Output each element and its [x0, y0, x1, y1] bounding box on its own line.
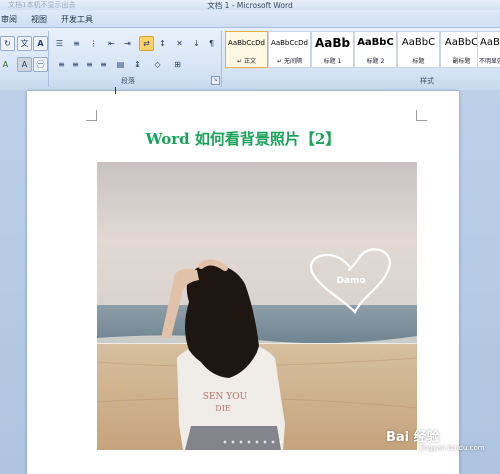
font-color-button[interactable]: A — [0, 57, 13, 72]
sort-icon[interactable]: ↕ — [155, 36, 170, 51]
align-right-icon[interactable]: ≡ — [82, 57, 97, 72]
style-name: ↵ 无间隔 — [277, 58, 302, 65]
style-name: 不明显强 — [479, 58, 500, 65]
text-cursor-icon: I — [114, 86, 117, 97]
style-sample: AaBb — [314, 36, 351, 50]
char-shading-button[interactable]: A — [17, 57, 32, 72]
style-name: 标题 2 — [366, 58, 385, 65]
justify-icon[interactable]: ≡ — [96, 57, 111, 72]
paragraph-launcher-icon[interactable]: ↘ — [211, 76, 220, 85]
numbering-icon[interactable]: ≡ — [69, 36, 84, 51]
style-name: 标题 1 — [323, 58, 342, 65]
style-name: 副标题 — [452, 58, 471, 65]
heart-text: Damo — [336, 276, 365, 286]
styles-group-label: 样式 — [420, 77, 434, 85]
style-sample: AaBbC — [357, 37, 394, 48]
shirt-text-line1: SEN YOU — [203, 392, 248, 402]
background-photo[interactable]: SEN YOU DIE Damo — [97, 162, 417, 450]
document-title[interactable]: Word 如何看背景照片【2】 — [27, 128, 459, 149]
sort-az-icon[interactable]: ↓ — [189, 36, 204, 51]
align-center-icon[interactable]: ≡ — [68, 57, 83, 72]
style-heading-1[interactable]: AaBb 标题 1 — [311, 31, 354, 68]
rotate-icon[interactable]: ↻ — [0, 36, 15, 51]
style-name: ↵ 正文 — [237, 58, 256, 65]
line-spacing-icon[interactable]: ↨ — [130, 57, 145, 72]
style-title[interactable]: AaBbC 标题 — [397, 31, 440, 68]
shading-icon[interactable]: ◇ — [150, 57, 165, 72]
phonetic-guide-button[interactable]: 文 — [17, 36, 32, 51]
style-name: 标题 — [412, 58, 425, 65]
style-sample: AaBbCcDd — [228, 39, 265, 47]
photo-illustration: SEN YOU DIE Damo — [97, 162, 417, 450]
style-sample: AaBbC — [480, 37, 500, 48]
distributed-icon[interactable]: ▤ — [113, 57, 128, 72]
tab-review[interactable]: 审阅 — [1, 14, 17, 25]
style-sample: AaBbCcDd — [271, 39, 308, 47]
decrease-indent-icon[interactable]: ⇤ — [104, 36, 119, 51]
group-separator — [48, 31, 49, 87]
tab-view[interactable]: 视图 — [31, 14, 47, 25]
margin-corner-top-right — [416, 110, 427, 121]
bullets-icon[interactable]: ☰ — [52, 36, 67, 51]
menu-bar: 审阅 视图 开发工具 — [0, 10, 500, 27]
increase-indent-icon[interactable]: ⇥ — [120, 36, 135, 51]
paragraph-group-label: 段落 — [121, 77, 135, 85]
style-sample: AaBbC — [444, 37, 479, 48]
style-subtle-emphasis[interactable]: AaBbC 不明显强 — [477, 31, 500, 68]
margin-corner-top-left — [86, 110, 97, 121]
enclose-char-button[interactable]: ㊀ — [33, 57, 48, 72]
char-border-button[interactable]: A — [33, 36, 48, 51]
style-sample: AaBbC — [401, 37, 436, 48]
style-heading-2[interactable]: AaBbC 标题 2 — [354, 31, 397, 68]
tab-developer[interactable]: 开发工具 — [61, 14, 93, 25]
group-separator — [221, 31, 222, 87]
align-left-icon[interactable]: ≡ — [54, 57, 69, 72]
char-scaling-icon[interactable]: ✕ — [172, 36, 187, 51]
chinese-layout-icon[interactable]: ⇄ — [139, 36, 154, 51]
borders-icon[interactable]: ⊞ — [170, 57, 185, 72]
style-no-spacing[interactable]: AaBbCcDd ↵ 无间隔 — [268, 31, 311, 68]
style-normal[interactable]: AaBbCcDd ↵ 正文 — [225, 31, 268, 68]
baidu-watermark: Bai 经验 — [386, 430, 440, 445]
shirt-text-line2: DIE — [215, 404, 231, 413]
ribbon: ↻ 文 A A A ㊀ ☰ ≡ ⋮ ⇤ ⇥ ⇄ ↕ ✕ ↓ ¶ ≡ ≡ ≡ ≡ … — [0, 27, 500, 91]
show-marks-icon[interactable]: ¶ — [204, 36, 219, 51]
multilevel-list-icon[interactable]: ⋮ — [86, 36, 101, 51]
baidu-watermark-url: jingyan.baidu.com — [420, 444, 485, 452]
